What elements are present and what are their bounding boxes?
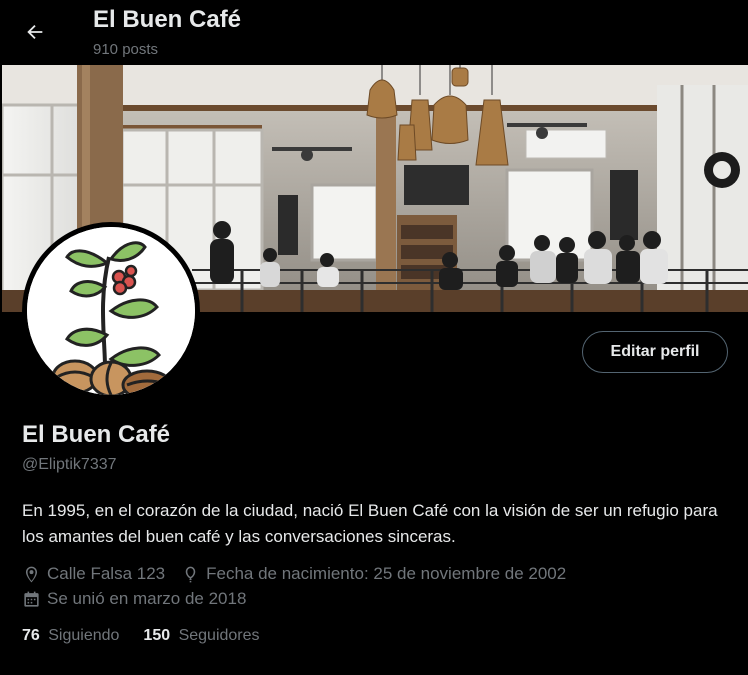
profile-bio: En 1995, en el corazón de la ciudad, nac… bbox=[22, 501, 718, 546]
followers-count: 150 bbox=[143, 627, 171, 644]
follow-stats: 76 Siguiendo 150 Seguidores bbox=[22, 627, 284, 645]
profile-name: El Buen Café bbox=[22, 421, 171, 448]
following-link[interactable]: 76 Siguiendo bbox=[22, 627, 119, 645]
back-button[interactable] bbox=[18, 15, 52, 49]
joined-item: Se unió en marzo de 2018 bbox=[22, 589, 246, 609]
joined-row: Se unió en marzo de 2018 bbox=[22, 589, 262, 609]
joined-text: Se unió en marzo de 2018 bbox=[47, 589, 247, 608]
posts-count: 910 posts bbox=[93, 41, 159, 58]
calendar-icon bbox=[24, 591, 39, 607]
location-text: Calle Falsa 123 bbox=[47, 564, 166, 583]
following-count: 76 bbox=[22, 627, 40, 644]
location-item: Calle Falsa 123 bbox=[22, 564, 165, 584]
birthday-text: Fecha de nacimiento: 25 de noviembre de … bbox=[206, 564, 567, 583]
profile-handle: @Eliptik7337 bbox=[22, 456, 117, 473]
profile-header-bar: El Buen Café 910 posts bbox=[0, 0, 748, 65]
profile-avatar[interactable] bbox=[22, 222, 200, 400]
edit-profile-button[interactable]: Editar perfil bbox=[582, 331, 728, 373]
following-label: Siguiendo bbox=[48, 627, 120, 644]
coffee-plant-logo bbox=[27, 227, 195, 395]
followers-link[interactable]: 150 Seguidores bbox=[143, 627, 259, 645]
location-pin-icon bbox=[25, 566, 38, 582]
balloon-icon bbox=[185, 566, 196, 582]
profile-meta-row: Calle Falsa 123 Fecha de nacimiento: 25 … bbox=[22, 564, 582, 584]
birthday-item: Fecha de nacimiento: 25 de noviembre de … bbox=[181, 564, 566, 584]
header-title: El Buen Café bbox=[93, 6, 242, 33]
arrow-left-icon bbox=[27, 24, 43, 40]
followers-label: Seguidores bbox=[178, 627, 260, 644]
